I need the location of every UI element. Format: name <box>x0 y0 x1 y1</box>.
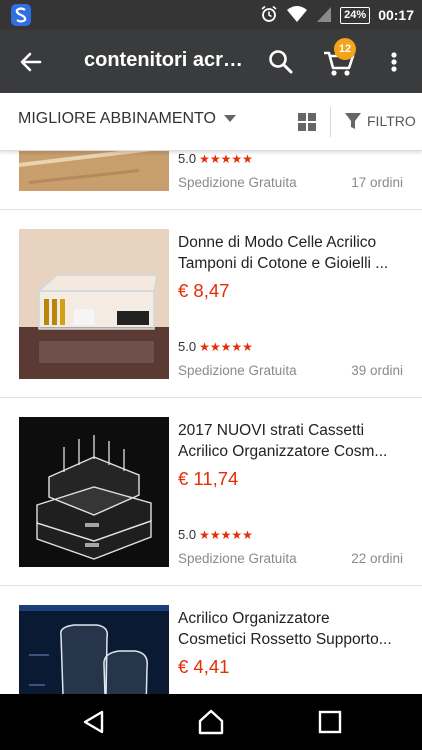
battery-indicator: 24% <box>340 6 371 24</box>
product-price: € 8,47 <box>178 280 230 301</box>
system-nav-bar <box>0 694 422 750</box>
product-title[interactable]: Acrilico Organizzatore Cosmetici Rossett… <box>178 608 408 650</box>
cart-count-badge: 12 <box>334 38 356 60</box>
product-item[interactable]: 2017 NUOVI strati Cassetti Acrilico Orga… <box>0 398 422 586</box>
more-options-button[interactable] <box>382 47 406 77</box>
clock: 00:17 <box>378 7 414 23</box>
sort-label: MIGLIORE ABBINAMENTO <box>18 110 216 127</box>
search-button[interactable] <box>266 47 296 77</box>
rating-value: 5.0 <box>178 527 197 542</box>
rating-stars: ★★★★★ <box>199 151 253 166</box>
product-item[interactable]: Acrilico Organizzatore Cosmetici Rossett… <box>0 586 422 694</box>
product-title[interactable]: 2017 NUOVI strati Cassetti Acrilico Orga… <box>178 420 408 462</box>
search-query-title[interactable]: contenitori acrilici <box>84 49 248 72</box>
product-list[interactable]: 5.0 ★★★★★ Spedizione Gratuita 17 ordini … <box>0 151 422 694</box>
wifi-icon <box>286 5 308 26</box>
orders-count: 22 ordini <box>351 551 403 566</box>
nav-back-icon <box>83 710 104 734</box>
product-rating: 5.0 ★★★★★ <box>178 527 253 542</box>
shipping-label: Spedizione Gratuita <box>178 363 297 378</box>
product-title-line: Cosmetici Rossetto Supporto... <box>178 631 392 648</box>
product-price: € 4,41 <box>178 656 230 677</box>
nav-recents-button[interactable] <box>316 708 344 736</box>
filter-icon <box>345 113 361 129</box>
product-image[interactable] <box>19 605 169 694</box>
filter-button[interactable]: FILTRO <box>344 111 416 131</box>
product-rating: 5.0 ★★★★★ <box>178 151 253 166</box>
product-image[interactable] <box>19 417 169 567</box>
arrow-left-icon <box>20 52 42 72</box>
nav-back-button[interactable] <box>80 708 108 736</box>
rating-value: 5.0 <box>178 339 197 354</box>
filter-label: FILTRO <box>367 113 416 129</box>
orders-count: 39 ordini <box>351 363 403 378</box>
dropdown-arrow-icon <box>223 115 236 122</box>
sort-dropdown[interactable]: MIGLIORE ABBINAMENTO <box>18 110 236 128</box>
app-bar: contenitori acrilici 12 <box>0 30 422 93</box>
product-title-line: Donne di Modo Celle Acrilico <box>178 234 377 251</box>
product-title-line: Tamponi di Cotone e Gioielli ... <box>178 255 389 272</box>
product-rating: 5.0 ★★★★★ <box>178 339 253 354</box>
orders-count: 17 ordini <box>351 175 403 190</box>
shipping-label: Spedizione Gratuita <box>178 175 297 190</box>
product-price: € 11,74 <box>178 468 239 489</box>
signal-icon <box>316 5 332 26</box>
product-item[interactable]: Donne di Modo Celle Acrilico Tamponi di … <box>0 210 422 398</box>
back-button[interactable] <box>16 47 46 77</box>
toolbar-divider <box>330 107 331 137</box>
grid-view-button[interactable] <box>296 111 318 133</box>
rating-stars: ★★★★★ <box>199 527 253 542</box>
nav-home-button[interactable] <box>197 708 225 736</box>
product-title[interactable]: Donne di Modo Celle Acrilico Tamponi di … <box>178 232 408 274</box>
alarm-icon <box>260 5 278 26</box>
sort-filter-bar: MIGLIORE ABBINAMENTO FILTRO <box>0 93 422 151</box>
product-title-line: 2017 NUOVI strati Cassetti <box>178 422 365 439</box>
app-notification-icon <box>10 3 32 32</box>
shipping-label: Spedizione Gratuita <box>178 551 297 566</box>
more-vert-icon <box>391 52 397 72</box>
nav-home-icon <box>198 709 224 735</box>
rating-value: 5.0 <box>178 151 197 166</box>
product-image[interactable] <box>19 229 169 379</box>
rating-stars: ★★★★★ <box>199 339 253 354</box>
search-icon <box>269 50 293 74</box>
nav-recents-icon <box>318 710 342 734</box>
status-bar: 24% 00:17 <box>0 0 422 30</box>
grid-view-icon <box>298 113 316 131</box>
product-item[interactable]: 5.0 ★★★★★ Spedizione Gratuita 17 ordini <box>0 151 422 210</box>
product-title-line: Acrilico Organizzatore <box>178 610 330 627</box>
product-image[interactable] <box>19 151 169 191</box>
product-title-line: Acrilico Organizzatore Cosm... <box>178 443 388 460</box>
